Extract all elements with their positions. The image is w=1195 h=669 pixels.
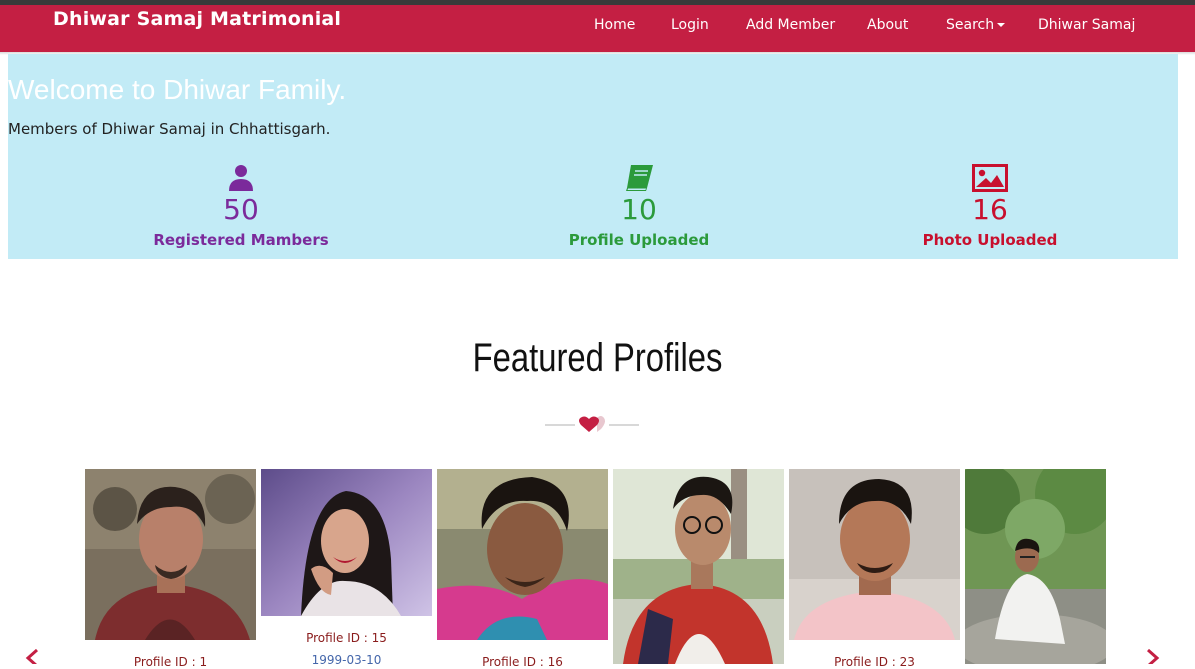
hero-title: Welcome to Dhiwar Family. [8,74,347,105]
stat-profile-uploaded: 10 Profile Uploaded [509,162,769,249]
nav-home[interactable]: Home [594,17,635,33]
stat-label: Profile Uploaded [568,231,710,249]
profile-photo[interactable] [789,469,960,640]
profile-photo[interactable] [965,469,1106,664]
nav-search-dropdown[interactable]: Search [946,17,1006,33]
profile-photo[interactable] [261,469,432,616]
profile-card[interactable] [613,469,784,664]
hero-banner: Welcome to Dhiwar Family. Members of Dhi… [8,54,1178,259]
image-icon [860,162,1120,192]
profile-photo[interactable] [85,469,256,640]
navbar: Dhiwar Samaj Matrimonial Home Login Add … [0,5,1195,52]
carousel-next-arrow-icon[interactable] [1143,640,1163,668]
nav-dhiwar-samaj[interactable]: Dhiwar Samaj [1038,17,1135,33]
profile-id: Profile ID : 23 [834,655,915,669]
profile-photo[interactable] [613,469,784,664]
stat-value: 16 [972,193,1008,226]
carousel-prev-arrow-icon[interactable] [22,640,42,668]
nav-add-member[interactable]: Add Member [746,17,835,33]
book-icon [509,162,769,192]
user-icon [111,162,371,192]
stat-value: 50 [223,193,259,226]
profile-card[interactable]: Profile ID : 15 1999-03-10 [261,469,432,667]
nav-login[interactable]: Login [671,17,709,33]
heart-divider [545,414,639,436]
profile-card[interactable] [965,469,1106,664]
profile-photo[interactable] [437,469,608,640]
nav-about[interactable]: About [867,17,908,33]
hero-subtitle: Members of Dhiwar Samaj in Chhattisgarh. [8,120,331,138]
profile-id: Profile ID : 1 [133,655,208,669]
featured-profiles-title: Featured Profiles [472,336,723,380]
stat-label: Photo Uploaded [922,231,1058,249]
stat-photo-uploaded: 16 Photo Uploaded [860,162,1120,249]
profile-id: Profile ID : 16 [482,655,563,669]
brand-logo[interactable]: Dhiwar Samaj Matrimonial [53,8,341,30]
profile-dob: 1999-03-10 [311,653,382,667]
stat-registered-members: 50 Registered Mambers [111,162,371,249]
profile-card[interactable]: Profile ID : 1 [85,469,256,669]
nav-search-label: Search [946,17,995,33]
stat-label: Registered Mambers [153,231,329,249]
caret-down-icon [997,23,1006,27]
stat-value: 10 [621,193,657,226]
profile-id: Profile ID : 15 [306,631,387,645]
profile-card[interactable]: Profile ID : 16 [437,469,608,669]
profile-card[interactable]: Profile ID : 23 [789,469,960,669]
